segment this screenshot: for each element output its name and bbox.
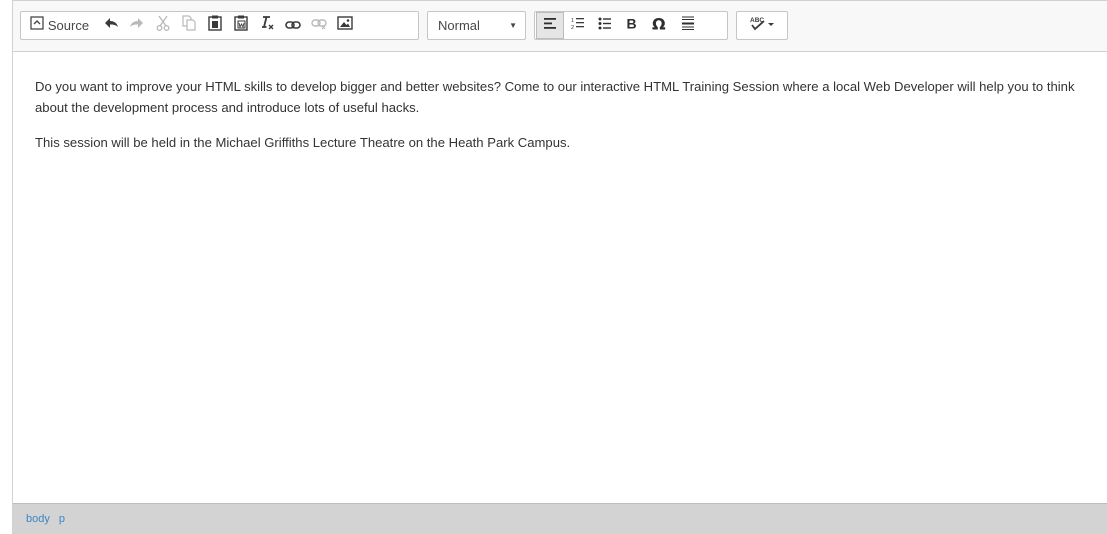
link-icon: [285, 17, 301, 35]
paste-from-word-button[interactable]: [228, 12, 254, 39]
path-item-p[interactable]: p: [59, 513, 65, 525]
toolbar-group-paragraph: 12 B Ω: [534, 11, 728, 40]
source-icon: [30, 16, 44, 35]
content-paragraph-1: Do you want to improve your HTML skills …: [35, 79, 1075, 115]
undo-button[interactable]: [98, 12, 124, 39]
redo-button[interactable]: [124, 12, 150, 39]
svg-text:2: 2: [571, 25, 574, 30]
horizontal-line-button[interactable]: [674, 12, 702, 39]
image-button[interactable]: [332, 12, 358, 39]
remove-format-button[interactable]: [254, 12, 280, 39]
paste-icon: [208, 15, 222, 36]
undo-icon: [103, 16, 119, 35]
editor-toolbar: Source Normal ▼ 1 2 B Ω ABC: [13, 0, 1107, 52]
svg-text:B: B: [626, 16, 636, 30]
content-paragraph-2: This session will be held in the Michael…: [35, 135, 571, 150]
paste-button[interactable]: [202, 12, 228, 39]
special-character-icon: Ω: [652, 14, 668, 36]
link-button[interactable]: [280, 12, 306, 39]
cut-icon: [156, 15, 170, 36]
spellcheck-icon: ABC: [749, 15, 775, 36]
bulleted-list-button[interactable]: [591, 12, 618, 39]
numbered-list-icon: 12: [571, 16, 585, 35]
align-left-button[interactable]: [536, 12, 564, 39]
svg-text:Ω: Ω: [652, 16, 666, 31]
format-value: Normal: [438, 18, 480, 33]
format-dropdown[interactable]: Normal ▼: [428, 12, 525, 39]
svg-text:1: 1: [571, 18, 574, 24]
bold-button[interactable]: B: [618, 12, 645, 39]
remove-format-icon: [259, 15, 275, 36]
toolbar-group-spellcheck: ABC: [736, 11, 788, 40]
horizontal-line-icon: [681, 16, 695, 36]
path-item-body[interactable]: body: [26, 513, 50, 525]
copy-button[interactable]: [176, 12, 202, 39]
cut-button[interactable]: [150, 12, 176, 39]
bulleted-list-icon: [598, 17, 612, 35]
element-path-bar: body p: [13, 503, 1107, 534]
toolbar-group-document: Source: [20, 11, 419, 40]
editor-content[interactable]: Do you want to improve your HTML skills …: [13, 52, 1107, 503]
numbered-list-button[interactable]: 12: [564, 12, 591, 39]
special-character-button[interactable]: Ω: [645, 12, 674, 39]
source-label: Source: [47, 18, 90, 33]
paste-from-word-icon: [234, 15, 248, 36]
source-button[interactable]: Source: [21, 12, 98, 39]
unlink-icon: [311, 17, 327, 35]
redo-icon: [129, 16, 145, 35]
bold-icon: B: [626, 16, 638, 35]
image-icon: [337, 16, 353, 35]
unlink-button[interactable]: [306, 12, 332, 39]
align-left-icon: [543, 17, 557, 35]
copy-icon: [182, 15, 196, 36]
rich-text-editor: Source Normal ▼ 1 2 B Ω ABC Do you want …: [12, 0, 1107, 534]
spellcheck-button[interactable]: ABC: [737, 12, 787, 39]
toolbar-group-format: Normal ▼: [427, 11, 526, 40]
chevron-down-icon: ▼: [509, 21, 517, 30]
